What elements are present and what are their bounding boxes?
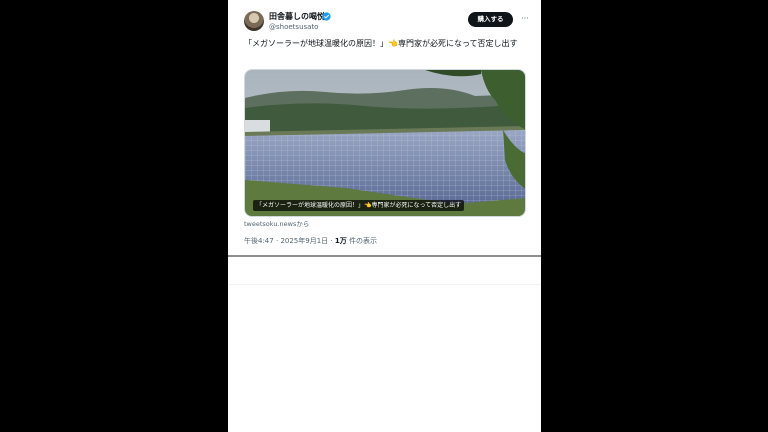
display-name[interactable]: 田舎暮しの喝悦: [269, 11, 325, 22]
buy-button[interactable]: 購入する: [468, 12, 513, 27]
media-card[interactable]: 「メガソーラーが地球温暖化の原因！」👈専門家が必死になって否定し出す: [244, 69, 526, 217]
tweet-time[interactable]: 午後4:47: [244, 237, 274, 245]
section-divider: [228, 284, 541, 285]
card-source-link[interactable]: tweetsoku.newsから: [244, 219, 309, 229]
tweet-text: 「メガソーラーが地球温暖化の原因！」👈専門家が必死になって否定し出す: [244, 39, 518, 48]
tweet-meta: 午後4:47 · 2025年9月1日 · 1万 件の表示: [244, 236, 377, 246]
user-handle[interactable]: @shoetsusato: [269, 22, 318, 32]
avatar[interactable]: [244, 11, 264, 31]
verified-badge-icon: [322, 12, 331, 21]
views-count: 1万: [334, 237, 347, 245]
section-divider: [228, 255, 541, 257]
tweet-panel: 田舎暮しの喝悦 @shoetsusato 購入する ··· 「メガソーラーが地球…: [228, 0, 541, 432]
card-caption: 「メガソーラーが地球温暖化の原因！」👈専門家が必死になって否定し出す: [253, 200, 465, 211]
solar-farm-image: [245, 70, 525, 216]
more-horizontal-icon[interactable]: ···: [519, 13, 531, 25]
tweet-date[interactable]: 2025年9月1日: [280, 237, 328, 245]
meta-separator: ·: [275, 237, 279, 245]
views-label: 件の表示: [348, 237, 377, 245]
meta-separator: ·: [330, 237, 333, 245]
